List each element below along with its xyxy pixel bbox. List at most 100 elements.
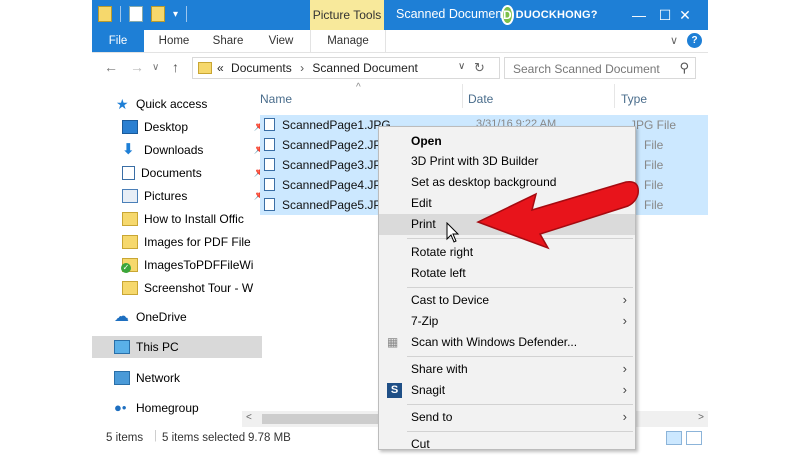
menu-item-share-with[interactable]: Share with › — [379, 359, 635, 380]
menu-item-label: Open — [411, 134, 442, 148]
nav-item-label: Pictures — [144, 189, 188, 203]
image-file-icon — [264, 118, 275, 131]
column-divider[interactable] — [614, 84, 615, 108]
ribbon-tabs: File Home Share View Manage ∨ ? — [92, 30, 708, 53]
customize-toolbar-icon[interactable]: ▾ — [173, 9, 178, 20]
tab-manage[interactable]: Manage — [310, 30, 386, 52]
submenu-arrow-icon: › — [622, 292, 627, 307]
large-icons-view-icon[interactable] — [686, 431, 702, 445]
nav-item-downloads[interactable]: ⬇ Downloads 📌 — [92, 139, 270, 161]
snagit-icon: S — [387, 383, 402, 398]
folder-icon — [122, 212, 138, 226]
pictures-icon — [122, 189, 138, 203]
nav-item-homegroup[interactable]: ●• Homegroup — [92, 397, 262, 419]
breadcrumb-separator-icon[interactable]: › — [300, 61, 304, 75]
sync-check-icon: ✓ — [121, 263, 131, 273]
documents-icon — [122, 166, 135, 180]
nav-item-label: Documents — [141, 166, 202, 180]
menu-item-open[interactable]: Open — [379, 131, 635, 152]
nav-item-quick-access[interactable]: ★ Quick access — [92, 93, 264, 115]
menu-item-scan-defender[interactable]: ▦ Scan with Windows Defender... — [379, 332, 635, 353]
up-arrow-icon[interactable]: ↑ — [172, 59, 179, 75]
file-type: JPG File — [630, 118, 677, 132]
download-icon: ⬇ — [122, 141, 135, 158]
nav-item-folder[interactable]: How to Install Offic — [92, 208, 270, 230]
menu-item-label: 3D Print with 3D Builder — [411, 154, 539, 168]
file-name: ScannedPage5.JPG — [282, 198, 391, 212]
scroll-left-icon[interactable]: < — [246, 412, 252, 423]
nav-item-folder[interactable]: ✓ ImagesToPDFFileWi — [92, 254, 270, 276]
menu-item-send-to[interactable]: Send to › — [379, 407, 635, 428]
menu-item-label: Print — [411, 217, 436, 231]
column-header-name[interactable]: Name — [260, 92, 292, 106]
refresh-icon[interactable]: ↻ — [474, 60, 485, 76]
menu-separator — [407, 404, 633, 405]
menu-item-label: Scan with Windows Defender... — [411, 335, 578, 349]
nav-item-documents[interactable]: Documents 📌 — [92, 162, 270, 184]
help-icon[interactable]: ? — [687, 33, 702, 48]
context-menu: Open 3D Print with 3D Builder Set as des… — [378, 126, 636, 451]
recent-locations-icon[interactable]: ∨ — [152, 62, 159, 73]
navigation-bar: ← → ∨ ↑ « Documents › Scanned Document ∨… — [92, 53, 708, 83]
tab-home[interactable]: Home — [152, 30, 196, 52]
menu-item-cut[interactable]: Cut — [379, 434, 635, 455]
details-view-icon[interactable] — [666, 431, 682, 445]
folder-icon[interactable] — [98, 6, 112, 22]
menu-item-rotate-left[interactable]: Rotate left — [379, 263, 635, 284]
annotation-arrow-icon — [476, 181, 639, 250]
nav-item-label: Desktop — [144, 120, 189, 134]
page-margin — [708, 0, 800, 450]
computer-icon — [114, 340, 130, 354]
search-box[interactable]: Search Scanned Document ⚲ — [504, 57, 696, 79]
scroll-right-icon[interactable]: > — [698, 412, 704, 423]
new-folder-icon[interactable] — [151, 6, 165, 22]
close-button[interactable]: ✕ — [662, 0, 708, 30]
nav-item-folder[interactable]: Images for PDF File — [92, 231, 270, 253]
menu-item-label: Edit — [411, 196, 432, 210]
tab-file[interactable]: File — [92, 30, 144, 52]
nav-item-label: Images for PDF File — [144, 235, 251, 249]
item-count: 5 items — [106, 432, 144, 444]
tab-share[interactable]: Share — [206, 30, 250, 52]
menu-item-3d-print[interactable]: 3D Print with 3D Builder — [379, 151, 635, 172]
file-name: ScannedPage4.JPG — [282, 178, 391, 192]
nav-item-this-pc[interactable]: This PC — [92, 336, 262, 358]
tab-view[interactable]: View — [260, 30, 302, 52]
nav-item-pictures[interactable]: Pictures 📌 — [92, 185, 270, 207]
nav-item-folder[interactable]: Screenshot Tour - W — [92, 277, 270, 299]
menu-item-7zip[interactable]: 7-Zip › — [379, 311, 635, 332]
divider — [120, 6, 121, 22]
menu-item-label: Send to — [411, 410, 453, 424]
forward-arrow-icon[interactable]: → — [130, 59, 144, 75]
expand-ribbon-icon[interactable]: ∨ — [670, 34, 678, 47]
breadcrumb-overflow[interactable]: « — [217, 61, 224, 75]
nav-item-label: Quick access — [136, 97, 208, 111]
menu-item-label: Rotate left — [411, 266, 466, 280]
breadcrumb-scanned-document[interactable]: Scanned Document — [312, 61, 417, 75]
folder-icon — [122, 235, 138, 249]
breadcrumb-documents[interactable]: Documents — [231, 61, 292, 75]
nav-item-desktop[interactable]: Desktop 📌 — [92, 116, 270, 138]
properties-icon[interactable] — [129, 6, 143, 22]
sort-ascending-icon: ^ — [356, 82, 361, 93]
search-input[interactable]: Search Scanned Document — [513, 62, 660, 76]
nav-item-network[interactable]: Network — [92, 367, 262, 389]
menu-separator — [407, 287, 633, 288]
window-title: Scanned Document — [396, 7, 506, 21]
file-type: File — [644, 198, 664, 212]
nav-item-onedrive[interactable]: ☁ OneDrive — [92, 306, 262, 328]
menu-item-cast-to-device[interactable]: Cast to Device › — [379, 290, 635, 311]
address-bar[interactable]: « Documents › Scanned Document — [192, 57, 500, 79]
column-header-type[interactable]: Type — [621, 92, 647, 106]
file-type: File — [644, 158, 664, 172]
menu-separator — [407, 356, 633, 357]
address-dropdown-icon[interactable]: ∨ — [458, 61, 465, 72]
folder-check-icon: ✓ — [121, 258, 138, 273]
column-header-date[interactable]: Date — [468, 92, 493, 106]
logo-text: DUOCKHONG? — [515, 9, 598, 21]
submenu-arrow-icon: › — [622, 382, 627, 397]
menu-item-snagit[interactable]: S Snagit › — [379, 380, 635, 401]
column-divider[interactable] — [462, 84, 463, 108]
back-arrow-icon[interactable]: ← — [104, 59, 118, 75]
image-file-icon — [264, 138, 275, 151]
